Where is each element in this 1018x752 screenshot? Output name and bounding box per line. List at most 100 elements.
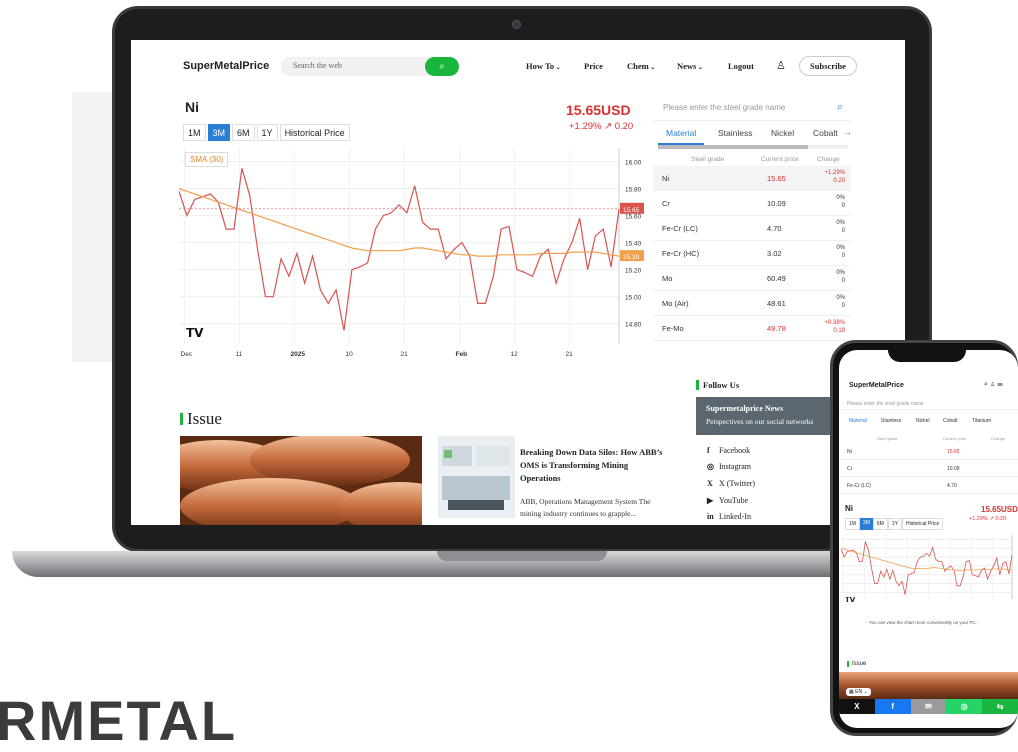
phone-menu-icons[interactable]: ⌕ ♙ ☰: [984, 381, 1003, 389]
range-tabs: 1M 3M 6M 1Y Historical Price: [183, 124, 352, 141]
phone-grade-search[interactable]: Please enter the steel grade name: [839, 398, 1018, 410]
phone-search-input[interactable]: Please enter the steel grade name: [847, 401, 923, 407]
share-x-icon[interactable]: X: [839, 699, 875, 714]
price-change: +1.29% ↗ 0.20: [569, 121, 634, 132]
phone-tab-3m[interactable]: 3M: [859, 518, 873, 530]
table-row[interactable]: Fe-Cr (LC) 4.70 0% 0: [653, 216, 851, 241]
series-line: [179, 168, 620, 331]
nav-chem[interactable]: Chem ⌄: [627, 61, 655, 71]
phone-grade-price: 4.70: [947, 483, 957, 489]
social-instagram[interactable]: ◎ Instagram: [707, 462, 751, 471]
tab-6m[interactable]: 6M: [232, 124, 255, 141]
tab-1y[interactable]: 1Y: [256, 124, 278, 141]
linkedin-icon: in: [707, 512, 714, 521]
phone-note: You can view the chart more conveniently…: [869, 620, 977, 625]
grade-change: 0% 0: [836, 295, 845, 309]
phone-tab-stainless[interactable]: Stainless: [881, 418, 901, 424]
news-title[interactable]: Breaking Down Data Silos: How ABB’s OMS …: [520, 446, 668, 485]
phone-tab-nickel[interactable]: Nickel: [916, 418, 930, 424]
share-facebook-icon[interactable]: f: [874, 699, 911, 714]
laptop-notch: [437, 551, 607, 561]
nav-logout[interactable]: Logout: [728, 61, 754, 71]
grade-price: 4.70: [767, 224, 782, 233]
category-tab-nickel[interactable]: Nickel: [771, 128, 794, 138]
x-tick-label: 21: [566, 351, 574, 358]
share-more-icon[interactable]: ⇆: [982, 699, 1018, 714]
x-icon: X: [707, 479, 713, 488]
nav-price[interactable]: Price: [584, 61, 603, 71]
phone-table-row[interactable]: Fe-Cr (LC) 4.70: [839, 477, 1018, 494]
search-input[interactable]: Search the web: [293, 61, 342, 70]
table-row[interactable]: Mo 60.49 0% 0: [653, 266, 851, 291]
grade-search[interactable]: Please enter the steel grade name ⌕: [653, 96, 851, 121]
phone-col-change: Change: [991, 436, 1006, 441]
grade-price: 3.02: [767, 249, 782, 258]
phone-tab-1m[interactable]: 1M: [845, 518, 860, 530]
phone-tab-1y[interactable]: 1Y: [887, 518, 902, 530]
phone-price-change: +1.29% ↗ 0.20: [969, 516, 1007, 522]
news-thumbnail[interactable]: [438, 436, 515, 518]
nav-news[interactable]: News ⌄: [677, 61, 703, 71]
phone-tab-titanium[interactable]: Titanium: [972, 418, 991, 424]
grade-price: 48.61: [767, 299, 786, 308]
scrollbar-thumb[interactable]: [658, 145, 808, 149]
social-facebook[interactable]: f Facebook: [707, 446, 750, 455]
share-email-icon[interactable]: ✉: [910, 699, 947, 714]
share-whatsapp-icon[interactable]: ◎: [946, 699, 983, 714]
arrow-right-icon[interactable]: →: [844, 128, 852, 137]
phone-grade-price: 10.09: [947, 466, 960, 472]
category-tab-cobalt[interactable]: Cobalt: [813, 128, 838, 138]
grade-price: 49.78: [767, 324, 786, 333]
grade-change: 0% 0: [836, 245, 845, 259]
phone-price-chart[interactable]: [841, 533, 1018, 613]
brand-watermark: RMETAL: [0, 689, 238, 752]
phone-table-row[interactable]: Cr 10.09: [839, 460, 1018, 477]
category-tab-stainless[interactable]: Stainless: [718, 128, 753, 138]
phone-tab-cobalt[interactable]: Cobalt: [943, 418, 957, 424]
category-tab-material[interactable]: Material: [666, 128, 696, 138]
subscribe-button[interactable]: Subscribe: [799, 56, 857, 76]
instagram-icon: ◎: [707, 462, 714, 471]
search-icon[interactable]: ⌕: [837, 101, 843, 114]
phone-logo[interactable]: SuperMetalPrice: [849, 382, 904, 389]
phone-grade-name: Ni: [847, 449, 852, 455]
nav-how-to[interactable]: How To ⌄: [526, 61, 561, 71]
last-price-label: 15.65: [623, 207, 640, 214]
table-row[interactable]: Cr 10.09 0% 0: [653, 191, 851, 216]
phone-col-grade: Steel grade: [877, 436, 898, 441]
phone-tab-material[interactable]: Material: [849, 418, 867, 424]
table-row[interactable]: Fe-Cr (HC) 3.02 0% 0: [653, 241, 851, 266]
y-tick-label: 15.00: [625, 295, 642, 302]
issue-marker: [180, 413, 183, 425]
social-linkedin[interactable]: in Linked-In: [707, 512, 751, 521]
table-row[interactable]: Ni 15.65 +1.29% 0.20: [653, 166, 851, 191]
social-youtube[interactable]: ▶ YouTube: [707, 496, 748, 505]
table-row[interactable]: Mo (Air) 48.61 0% 0: [653, 291, 851, 316]
phone-metal-title: Ni: [845, 504, 853, 513]
tab-1m[interactable]: 1M: [183, 124, 206, 141]
grade-name: Fe-Mo: [662, 324, 684, 333]
phone-tab-6m[interactable]: 6M: [872, 518, 888, 530]
search-icon[interactable]: ⌕: [425, 57, 459, 76]
current-price: 15.65USD: [566, 102, 631, 118]
social-x[interactable]: XX (Twitter): [707, 479, 755, 488]
phone-tab-historical[interactable]: Historical Price: [901, 518, 944, 530]
header-search[interactable]: Search the web ⌕: [281, 57, 459, 76]
site-logo[interactable]: SuperMetalPrice: [183, 60, 269, 72]
language-selector[interactable]: ▦ EN ⌄: [846, 688, 871, 696]
phone-range-tabs: 1M 3M 6M 1Y Historical Price: [845, 518, 944, 530]
user-icon[interactable]: ♙: [776, 59, 786, 72]
phone-notch: [888, 346, 966, 362]
price-chart[interactable]: 16.00 15.80 15.60 15.40 15.20 15.00 14.80 Dec 11…: [179, 144, 649, 358]
grade-search-input[interactable]: Please enter the steel grade name: [663, 103, 785, 112]
phone-col-price: Current price: [943, 436, 967, 441]
copper-wire-image[interactable]: [180, 436, 422, 525]
table-row[interactable]: Fe-Mo 49.78 +0.38% 0.19: [653, 316, 851, 341]
camera-icon: [512, 20, 521, 29]
facebook-icon: f: [707, 446, 710, 455]
youtube-icon: ▶: [707, 496, 714, 505]
tab-historical-price[interactable]: Historical Price: [279, 124, 350, 141]
grade-price: 60.49: [767, 274, 786, 283]
tab-3m[interactable]: 3M: [207, 124, 231, 141]
phone-table-row[interactable]: Ni 15.65: [839, 443, 1018, 460]
